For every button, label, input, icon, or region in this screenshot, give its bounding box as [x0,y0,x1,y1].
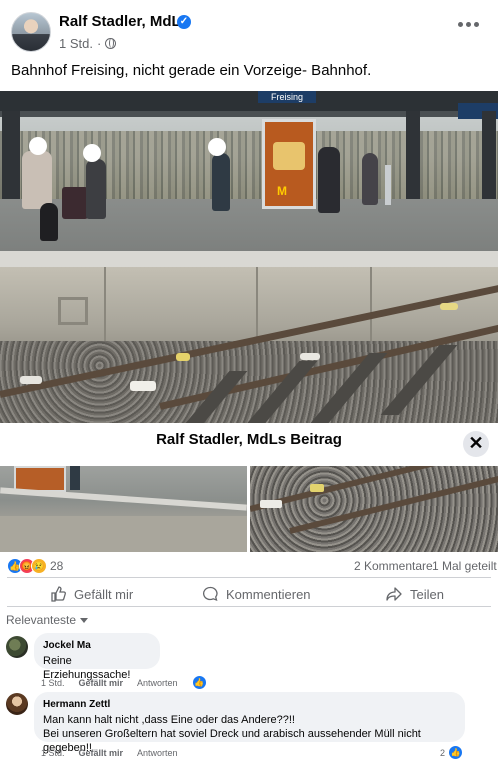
share-icon [386,587,402,601]
share-label: Teilen [410,586,444,602]
litter [20,376,42,384]
station-sign: Freising [258,91,316,103]
comment-sort-dropdown[interactable]: Relevanteste [6,613,89,627]
litter [130,381,156,391]
comment-time[interactable]: 1 Std. [41,748,65,758]
commenter-avatar[interactable] [6,636,28,658]
like-reaction-icon: 👍 [448,745,464,760]
person [22,151,52,209]
roof-pillar [482,111,496,211]
comment-actions: 1 Std. Gefällt mir Antworten [41,748,178,758]
globe-icon [105,38,117,49]
mcdonalds-logo: M [277,184,287,198]
person [86,159,106,219]
comment-like-button[interactable]: Gefällt mir [79,748,124,758]
litter [300,353,320,360]
share-count[interactable]: 1 Mal geteilt [432,559,497,573]
like-button[interactable]: Gefällt mir [50,583,133,605]
shared-post-title: Ralf Stadler, MdLs Beitrag [156,431,342,448]
person [318,147,340,213]
reaction-count[interactable]: 28 [50,559,63,573]
comment-time[interactable]: 1 Std. [41,678,65,688]
meta-separator: · [96,36,102,51]
commenter-name[interactable]: Jockel Ma [43,640,151,651]
comment-reply-button[interactable]: Antworten [137,748,178,758]
person [362,153,378,205]
blurred-face [208,138,226,156]
comment-like-button[interactable]: Gefällt mir [79,678,124,688]
verified-badge-icon: ✓ [177,15,191,29]
person [212,153,230,211]
litter [440,303,458,310]
divider [7,577,491,578]
post-meta: 1 Std. · [59,36,117,51]
litter [176,353,190,361]
sad-reaction-icon: 😢 [31,558,47,574]
blurred-face [83,144,101,162]
close-button[interactable]: ✕ [463,431,489,457]
blurred-face [29,137,47,155]
wall-bracket [58,297,88,325]
comment-bubble: Jockel Ma Reine Erziehungssache! [34,633,160,681]
caret-down-icon [80,617,89,623]
comment-text-line: Man kann halt nicht ,dass Eine oder das … [43,714,295,726]
comment-reactions[interactable]: 2 👍 [440,745,464,760]
platform-roof [0,91,498,111]
suitcase [62,187,88,219]
more-options-icon[interactable] [458,22,480,30]
like-reaction-icon[interactable]: 👍 [191,675,207,690]
comment-actions: 1 Std. Gefällt mir Antworten 👍 [41,675,207,690]
photo-thumbnail-2[interactable] [250,466,498,552]
divider [7,606,491,607]
roof-pillar [406,111,420,203]
author-avatar[interactable] [11,12,51,52]
photo-thumbnail-1[interactable] [0,466,247,552]
post-text: Bahnhof Freising, nicht gerade ein Vorze… [11,62,372,79]
thumbs-up-icon [51,586,66,602]
comment-icon [203,586,218,602]
comment-label: Kommentieren [226,586,311,602]
comment-reaction-count: 2 [440,747,446,758]
comment-bubble: Hermann Zettl Man kann halt nicht ,dass … [34,692,465,754]
like-label: Gefällt mir [74,586,134,602]
advertising-board: M [262,119,316,209]
comment-reply-button[interactable]: Antworten [137,678,178,688]
sort-label: Relevanteste [6,613,77,627]
reaction-icons[interactable]: 👍 😡 😢 [7,558,47,574]
comment-button[interactable]: Kommentieren [202,583,311,605]
comment-count[interactable]: 2 Kommentare [354,559,433,573]
post-time[interactable]: 1 Std. [59,36,93,51]
post-photo[interactable]: Freising M [0,91,498,423]
commenter-name[interactable]: Hermann Zettl [43,699,456,710]
post-author-name[interactable]: Ralf Stadler, MdL [59,13,181,30]
commenter-avatar[interactable] [6,693,28,715]
share-button[interactable]: Teilen [386,583,444,605]
